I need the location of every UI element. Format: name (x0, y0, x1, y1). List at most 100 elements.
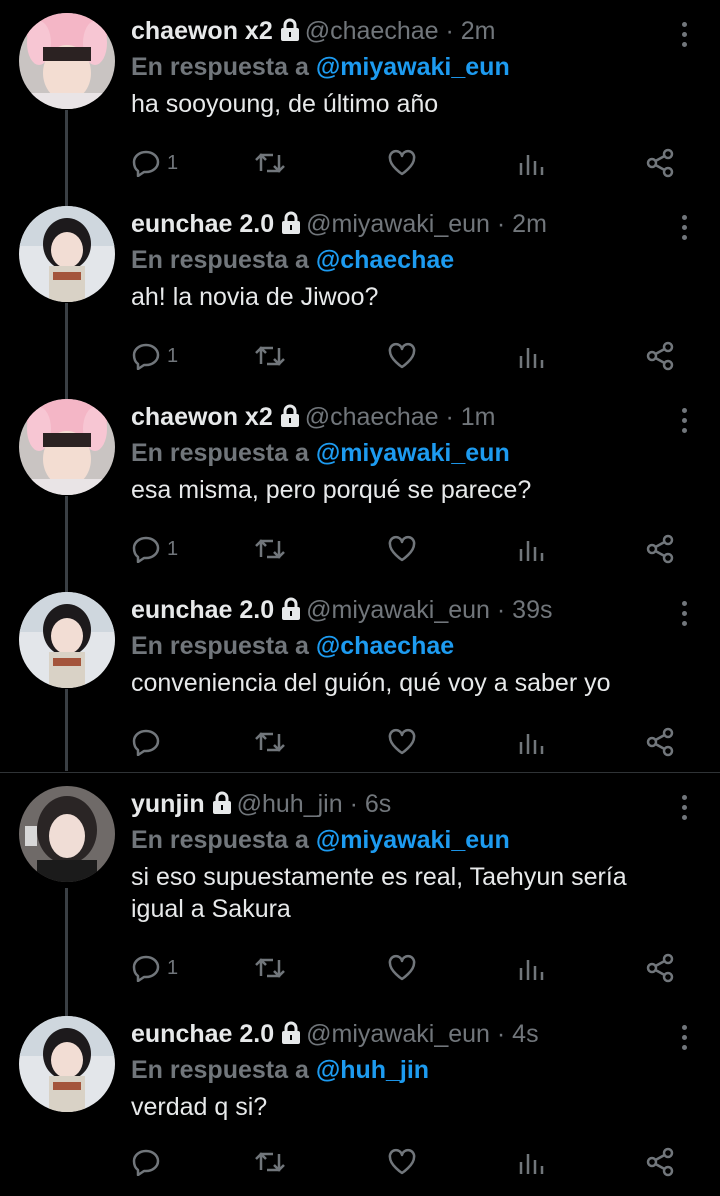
analytics-icon (519, 155, 544, 175)
tweet-actions (131, 1147, 691, 1177)
share-icon (646, 534, 674, 564)
retweet-button[interactable] (253, 727, 287, 757)
lock-icon (280, 596, 302, 630)
timestamp[interactable]: 4s (512, 1020, 538, 1048)
views-button[interactable] (518, 1147, 544, 1177)
reply-mention[interactable]: @huh_jin (316, 1056, 429, 1084)
reply-button[interactable]: 1 (131, 148, 178, 178)
more-icon[interactable] (682, 795, 690, 825)
reply-button[interactable]: 1 (131, 341, 178, 371)
reply-prefix: En respuesta a (131, 1056, 309, 1084)
retweet-icon (255, 732, 285, 752)
heart-icon (388, 342, 416, 369)
like-button[interactable] (387, 534, 417, 564)
reply-button[interactable]: 1 (131, 953, 178, 983)
reply-mention[interactable]: @chaechae (316, 246, 454, 274)
timestamp[interactable]: 2m (512, 210, 547, 238)
avatar[interactable] (19, 13, 115, 109)
reply-button[interactable] (131, 727, 167, 757)
reply-icon (132, 150, 160, 177)
tweet[interactable]: eunchae 2.0 @miyawaki_eun · 2m En respues… (0, 193, 720, 386)
reply-prefix: En respuesta a (131, 246, 309, 274)
tweet[interactable]: chaewon x2 @chaechae · 2m En respuesta a … (0, 0, 720, 193)
retweet-button[interactable] (253, 534, 287, 564)
reply-mention[interactable]: @chaechae (316, 632, 454, 660)
retweet-icon (255, 539, 285, 559)
separator: · (445, 403, 454, 431)
reply-mention[interactable]: @miyawaki_eun (316, 826, 510, 854)
share-icon (646, 341, 674, 371)
separator: · (349, 790, 358, 818)
more-icon[interactable] (682, 215, 690, 245)
timestamp[interactable]: 39s (512, 596, 552, 624)
tweet-text: ha sooyoung, de último año (131, 90, 439, 118)
lock-icon (279, 403, 301, 437)
retweet-button[interactable] (253, 148, 287, 178)
share-button[interactable] (645, 953, 675, 983)
like-button[interactable] (387, 727, 417, 757)
views-button[interactable] (518, 953, 544, 983)
tweet[interactable]: eunchae 2.0 @miyawaki_eun · 4s En respues… (0, 1003, 720, 1196)
views-button[interactable] (518, 148, 544, 178)
reply-mention[interactable]: @miyawaki_eun (316, 439, 510, 467)
separator: · (445, 17, 454, 45)
reply-count: 1 (167, 344, 179, 367)
handle[interactable]: @chaechae (305, 17, 439, 45)
avatar[interactable] (19, 592, 115, 688)
more-icon[interactable] (682, 1025, 690, 1055)
like-button[interactable] (387, 341, 417, 371)
display-name[interactable]: eunchae 2.0 (131, 210, 274, 238)
tweet[interactable]: yunjin @huh_jin · 6s En respuesta a @miya… (0, 773, 720, 997)
retweet-button[interactable] (253, 953, 287, 983)
more-icon[interactable] (682, 22, 690, 52)
reply-count: 1 (167, 151, 179, 174)
views-button[interactable] (518, 341, 544, 371)
views-button[interactable] (518, 727, 544, 757)
reply-mention[interactable]: @miyawaki_eun (316, 53, 510, 81)
tweet-text: verdad q si? (131, 1093, 268, 1121)
like-button[interactable] (387, 148, 417, 178)
like-button[interactable] (387, 1147, 417, 1177)
avatar[interactable] (19, 399, 115, 495)
analytics-icon (519, 348, 544, 368)
share-button[interactable] (645, 148, 675, 178)
more-icon[interactable] (682, 408, 690, 438)
handle[interactable]: @huh_jin (237, 790, 343, 818)
retweet-button[interactable] (253, 341, 287, 371)
handle[interactable]: @miyawaki_eun (306, 210, 490, 238)
reply-prefix: En respuesta a (131, 826, 309, 854)
tweet-actions: 1 (131, 341, 691, 371)
avatar[interactable] (19, 786, 115, 882)
display-name[interactable]: eunchae 2.0 (131, 596, 274, 624)
tweet-text: esa misma, pero porqué se parece? (131, 476, 532, 504)
views-button[interactable] (518, 534, 544, 564)
share-button[interactable] (645, 341, 675, 371)
display-name[interactable]: yunjin (131, 790, 205, 818)
share-button[interactable] (645, 534, 675, 564)
handle[interactable]: @chaechae (305, 403, 439, 431)
avatar[interactable] (19, 206, 115, 302)
lock-icon (279, 17, 301, 51)
like-button[interactable] (387, 953, 417, 983)
handle[interactable]: @miyawaki_eun (306, 1020, 490, 1048)
timestamp[interactable]: 2m (461, 17, 496, 45)
heart-icon (388, 954, 416, 981)
timestamp[interactable]: 6s (365, 790, 391, 818)
avatar[interactable] (19, 1016, 115, 1112)
tweet[interactable]: chaewon x2 @chaechae · 1m En respuesta a … (0, 386, 720, 579)
handle[interactable]: @miyawaki_eun (306, 596, 490, 624)
display-name[interactable]: chaewon x2 (131, 403, 273, 431)
display-name[interactable]: chaewon x2 (131, 17, 273, 45)
timestamp[interactable]: 1m (461, 403, 496, 431)
reply-button[interactable] (131, 1147, 167, 1177)
reply-button[interactable]: 1 (131, 534, 178, 564)
heart-icon (388, 728, 416, 755)
tweet-actions: 1 (131, 953, 691, 983)
display-name[interactable]: eunchae 2.0 (131, 1020, 274, 1048)
retweet-button[interactable] (253, 1147, 287, 1177)
tweet[interactable]: eunchae 2.0 @miyawaki_eun · 39s En respue… (0, 579, 720, 772)
more-icon[interactable] (682, 601, 690, 631)
share-button[interactable] (645, 1147, 675, 1177)
share-button[interactable] (645, 727, 675, 757)
heart-icon (388, 1148, 416, 1175)
